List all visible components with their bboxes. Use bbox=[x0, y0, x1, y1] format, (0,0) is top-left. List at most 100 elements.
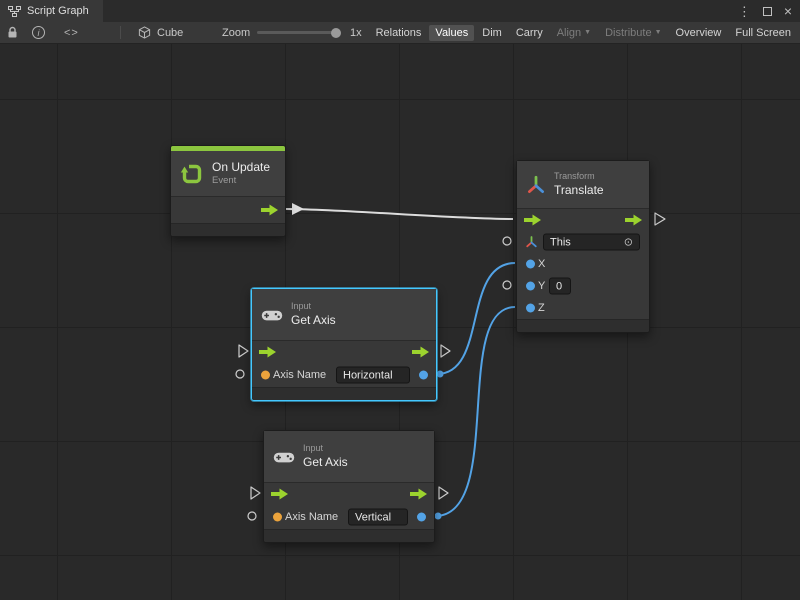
carry-button[interactable]: Carry bbox=[510, 25, 549, 41]
flow-output-port[interactable] bbox=[261, 205, 278, 216]
on-update-icon bbox=[180, 162, 204, 186]
titlebar: Script Graph ⋮ × bbox=[0, 0, 800, 22]
toolbar-buttons: Relations Values Dim Carry Align ▼ Distr… bbox=[370, 22, 797, 43]
align-caret-icon: ▼ bbox=[584, 29, 591, 36]
zoom-slider-handle[interactable] bbox=[331, 28, 341, 38]
y-value-field[interactable]: 0 bbox=[549, 278, 571, 295]
node-subtitle: Event bbox=[212, 175, 270, 187]
node-category: Input bbox=[291, 301, 336, 312]
node-title: On Update bbox=[212, 160, 270, 175]
node-header: On Update Event bbox=[171, 151, 285, 197]
object-picker-icon[interactable]: ⊙ bbox=[624, 236, 633, 249]
distribute-caret-icon: ▼ bbox=[655, 29, 662, 36]
overview-button[interactable]: Overview bbox=[670, 25, 728, 41]
toolbar-separator bbox=[120, 22, 121, 43]
flow-input-port[interactable] bbox=[259, 347, 276, 358]
node-category: Transform bbox=[554, 171, 604, 182]
values-button[interactable]: Values bbox=[429, 25, 474, 41]
flow-port-marker[interactable] bbox=[239, 345, 248, 357]
value-port-marker[interactable] bbox=[503, 237, 511, 245]
node-header: Input Get Axis bbox=[252, 289, 436, 341]
flow-port-marker[interactable] bbox=[655, 213, 665, 225]
node-header: Transform Translate bbox=[517, 161, 649, 209]
flow-output-port[interactable] bbox=[412, 347, 429, 358]
node-on-update[interactable]: On Update Event bbox=[170, 145, 286, 237]
z-input-port[interactable] bbox=[526, 304, 535, 313]
axis-name-label: Axis Name bbox=[285, 511, 338, 523]
axis-name-input-port[interactable] bbox=[261, 371, 270, 380]
maximize-icon[interactable] bbox=[763, 7, 772, 16]
transform-icon bbox=[526, 175, 546, 195]
axis-mini-icon bbox=[525, 236, 538, 249]
axis-name-field[interactable]: Horizontal bbox=[336, 367, 410, 384]
lock-icon[interactable] bbox=[7, 22, 18, 43]
distribute-label: Distribute bbox=[605, 27, 651, 39]
align-button[interactable]: Align ▼ bbox=[551, 25, 597, 41]
value-output-port[interactable] bbox=[419, 371, 428, 380]
this-object-field[interactable]: This ⊙ bbox=[543, 234, 640, 251]
tab-script-graph[interactable]: Script Graph bbox=[0, 0, 103, 22]
align-label: Align bbox=[557, 27, 581, 39]
distribute-button[interactable]: Distribute ▼ bbox=[599, 25, 667, 41]
wire-endpoint-dot bbox=[437, 371, 444, 378]
node-title: Translate bbox=[554, 183, 604, 198]
code-view-icon[interactable]: <> bbox=[64, 22, 79, 43]
wire-endpoint-dot bbox=[435, 513, 442, 520]
graph-target[interactable]: Cube bbox=[138, 22, 183, 43]
axis-name-input-port[interactable] bbox=[273, 513, 282, 522]
node-footer bbox=[252, 387, 436, 400]
info-icon[interactable]: i bbox=[32, 22, 45, 43]
wire-horizontal-to-x[interactable] bbox=[437, 263, 515, 374]
code-glyph: <> bbox=[64, 27, 79, 39]
x-input-port[interactable] bbox=[526, 260, 535, 269]
y-input-port[interactable] bbox=[526, 282, 535, 291]
node-category: Input bbox=[303, 443, 348, 454]
axis-name-label: Axis Name bbox=[273, 369, 326, 381]
axis-name-row: Axis Name Horizontal bbox=[252, 363, 436, 387]
y-label: Y bbox=[538, 280, 545, 292]
zoom-value: 1x bbox=[350, 22, 362, 43]
node-translate[interactable]: Transform Translate bbox=[516, 160, 650, 333]
cube-icon bbox=[138, 26, 151, 39]
window-controls: ⋮ × bbox=[738, 0, 792, 22]
axis-name-field[interactable]: Vertical bbox=[348, 509, 408, 526]
tab-title: Script Graph bbox=[27, 5, 89, 17]
value-port-marker[interactable] bbox=[236, 370, 244, 378]
zoom-slider-track[interactable] bbox=[257, 31, 341, 34]
node-header: Input Get Axis bbox=[264, 431, 434, 483]
flow-input-port[interactable] bbox=[524, 215, 541, 226]
flow-output-port[interactable] bbox=[410, 489, 427, 500]
flow-input-port[interactable] bbox=[271, 489, 288, 500]
x-row: X bbox=[517, 253, 649, 275]
flow-port-marker[interactable] bbox=[439, 487, 448, 499]
wire-on-update-to-translate[interactable] bbox=[286, 209, 513, 219]
gamepad-icon bbox=[273, 450, 295, 464]
node-get-axis-horizontal[interactable]: Input Get Axis Axis Name Horizontal bbox=[251, 288, 437, 401]
flow-output-port[interactable] bbox=[625, 215, 642, 226]
wire-vertical-to-z[interactable] bbox=[435, 307, 515, 516]
axis-name-row: Axis Name Vertical bbox=[264, 505, 434, 529]
flow-row bbox=[171, 197, 285, 223]
graph-target-label: Cube bbox=[157, 27, 183, 39]
value-output-port[interactable] bbox=[417, 513, 426, 522]
value-port-marker[interactable] bbox=[248, 512, 256, 520]
node-footer bbox=[171, 223, 285, 236]
z-row: Z bbox=[517, 297, 649, 319]
close-icon[interactable]: × bbox=[784, 4, 792, 18]
x-label: X bbox=[538, 258, 545, 270]
dim-button[interactable]: Dim bbox=[476, 25, 508, 41]
graph-canvas[interactable]: On Update Event bbox=[0, 44, 800, 600]
node-get-axis-vertical[interactable]: Input Get Axis Axis Name Vertical bbox=[263, 430, 435, 543]
window-menu-icon[interactable]: ⋮ bbox=[738, 5, 751, 18]
toolbar: i <> Cube Zoom 1x Relations Values Dim C… bbox=[0, 22, 800, 44]
full-screen-button[interactable]: Full Screen bbox=[729, 25, 797, 41]
info-glyph: i bbox=[38, 28, 40, 38]
flow-port-marker[interactable] bbox=[251, 487, 260, 499]
this-value: This bbox=[550, 236, 571, 248]
value-port-marker[interactable] bbox=[503, 281, 511, 289]
relations-button[interactable]: Relations bbox=[370, 25, 428, 41]
zoom-slider[interactable] bbox=[257, 22, 341, 43]
z-label: Z bbox=[538, 302, 545, 314]
flow-port-marker[interactable] bbox=[441, 345, 450, 357]
zoom-label: Zoom bbox=[222, 22, 250, 43]
